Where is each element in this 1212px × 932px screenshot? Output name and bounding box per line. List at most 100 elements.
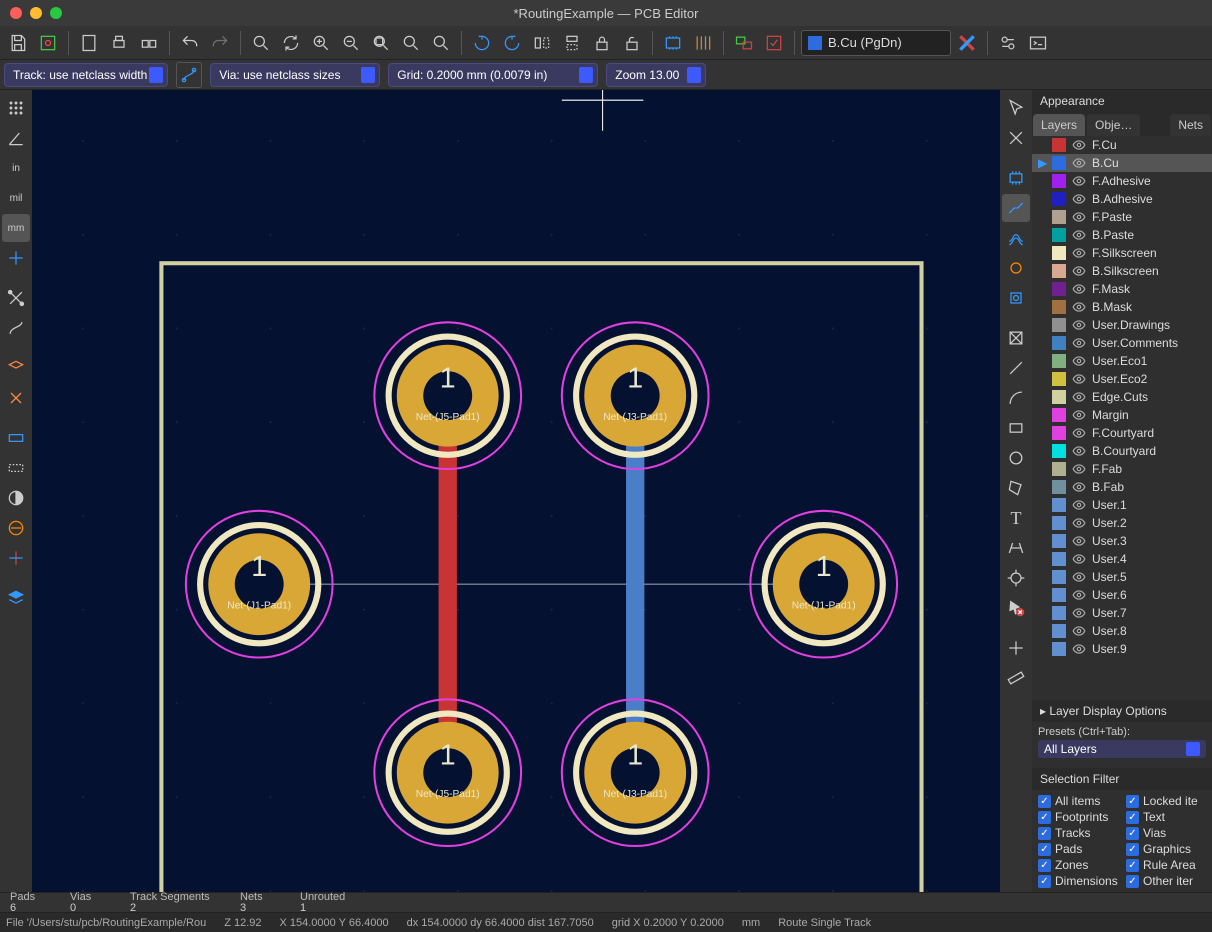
zoom-tool-button[interactable] [427, 29, 455, 57]
eye-icon[interactable] [1072, 138, 1086, 152]
units-in-button[interactable]: in [2, 154, 30, 182]
eye-icon[interactable] [1072, 606, 1086, 620]
track-width-auto-button[interactable] [176, 62, 202, 88]
zoom-combo[interactable]: Zoom 13.00 [606, 63, 706, 87]
eye-icon[interactable] [1072, 444, 1086, 458]
layer-row-user-3[interactable]: User.3 [1032, 532, 1212, 550]
grid-toggle-button[interactable] [2, 94, 30, 122]
cursor-shape-button[interactable] [2, 244, 30, 272]
footprint-library-button[interactable] [689, 29, 717, 57]
filter-rule-area[interactable]: ✓Rule Area [1126, 858, 1206, 872]
net-color-button[interactable] [2, 514, 30, 542]
eye-icon[interactable] [1072, 390, 1086, 404]
eye-icon[interactable] [1072, 642, 1086, 656]
layers-manager-button[interactable] [2, 584, 30, 612]
layer-row-f-courtyard[interactable]: F.Courtyard [1032, 424, 1212, 442]
eye-icon[interactable] [1072, 264, 1086, 278]
tune-length-button[interactable] [1002, 254, 1030, 282]
filter-zones[interactable]: ✓Zones [1038, 858, 1118, 872]
add-rect-button[interactable] [1002, 414, 1030, 442]
ratsnest-curved-button[interactable] [2, 314, 30, 342]
eye-icon[interactable] [1072, 192, 1086, 206]
eye-icon[interactable] [1072, 228, 1086, 242]
save-button[interactable] [4, 29, 32, 57]
eye-icon[interactable] [1072, 570, 1086, 584]
polar-coords-button[interactable] [2, 124, 30, 152]
track-display-button[interactable] [2, 454, 30, 482]
zoom-in-button[interactable] [307, 29, 335, 57]
filter-tracks[interactable]: ✓Tracks [1038, 826, 1118, 840]
find-button[interactable] [247, 29, 275, 57]
layer-row-user-eco2[interactable]: User.Eco2 [1032, 370, 1212, 388]
print-button[interactable] [105, 29, 133, 57]
mirror-v-button[interactable] [558, 29, 586, 57]
filter-locked-ite[interactable]: ✓Locked ite [1126, 794, 1206, 808]
eye-icon[interactable] [1072, 354, 1086, 368]
eye-icon[interactable] [1072, 210, 1086, 224]
rotate-ccw-button[interactable] [468, 29, 496, 57]
layer-row-f-paste[interactable]: F.Paste [1032, 208, 1212, 226]
refresh-button[interactable] [277, 29, 305, 57]
eye-icon[interactable] [1072, 156, 1086, 170]
layer-pair-button[interactable] [953, 29, 981, 57]
layer-row-f-adhesive[interactable]: F.Adhesive [1032, 172, 1212, 190]
update-from-schematic-button[interactable] [730, 29, 758, 57]
eye-icon[interactable] [1072, 336, 1086, 350]
layer-row-b-paste[interactable]: B.Paste [1032, 226, 1212, 244]
eye-icon[interactable] [1072, 462, 1086, 476]
highlight-net-button[interactable] [1002, 124, 1030, 152]
redo-button[interactable] [206, 29, 234, 57]
add-arc-button[interactable] [1002, 384, 1030, 412]
filter-dimensions[interactable]: ✓Dimensions [1038, 874, 1118, 888]
layer-row-f-cu[interactable]: F.Cu [1032, 136, 1212, 154]
filter-other-iter[interactable]: ✓Other iter [1126, 874, 1206, 888]
mirror-h-button[interactable] [528, 29, 556, 57]
filter-all-items[interactable]: ✓All items [1038, 794, 1118, 808]
lock-button[interactable] [588, 29, 616, 57]
layer-row-f-silkscreen[interactable]: F.Silkscreen [1032, 244, 1212, 262]
page-settings-button[interactable] [75, 29, 103, 57]
place-footprint-button[interactable] [1002, 164, 1030, 192]
tab-layers[interactable]: Layers [1033, 114, 1085, 136]
add-zone-button[interactable] [1002, 324, 1030, 352]
eye-icon[interactable] [1072, 318, 1086, 332]
filter-text[interactable]: ✓Text [1126, 810, 1206, 824]
layer-row-user-eco1[interactable]: User.Eco1 [1032, 352, 1212, 370]
filter-pads[interactable]: ✓Pads [1038, 842, 1118, 856]
measure-button[interactable] [1002, 664, 1030, 692]
eye-icon[interactable] [1072, 174, 1086, 188]
add-rule-area-button[interactable] [1002, 354, 1030, 382]
set-origin-button[interactable] [1002, 634, 1030, 662]
console-button[interactable] [1024, 29, 1052, 57]
layer-row-user-drawings[interactable]: User.Drawings [1032, 316, 1212, 334]
add-circle-button[interactable] [1002, 444, 1030, 472]
zoom-out-button[interactable] [337, 29, 365, 57]
layer-row-user-5[interactable]: User.5 [1032, 568, 1212, 586]
eye-icon[interactable] [1072, 282, 1086, 296]
layer-row-user-2[interactable]: User.2 [1032, 514, 1212, 532]
layer-row-b-courtyard[interactable]: B.Courtyard [1032, 442, 1212, 460]
scripting-button[interactable] [994, 29, 1022, 57]
layer-row-b-silkscreen[interactable]: B.Silkscreen [1032, 262, 1212, 280]
eye-icon[interactable] [1072, 498, 1086, 512]
layer-row-user-8[interactable]: User.8 [1032, 622, 1212, 640]
layer-list[interactable]: F.Cu▶ B.Cu F.Adhesive B.Adhesive F.Paste… [1032, 136, 1212, 700]
route-track-button[interactable] [1002, 194, 1030, 222]
layer-row-user-9[interactable]: User.9 [1032, 640, 1212, 658]
eye-icon[interactable] [1072, 534, 1086, 548]
add-target-button[interactable] [1002, 564, 1030, 592]
presets-combo[interactable]: All Layers [1038, 740, 1206, 758]
footprint-editor-button[interactable] [659, 29, 687, 57]
via-display-button[interactable] [2, 424, 30, 452]
tab-nets[interactable]: Nets [1170, 114, 1211, 136]
pcb-canvas[interactable]: 1Net-(J5-Pad1)1Net-(J3-Pad1)1Net-(J1-Pad… [32, 90, 1000, 892]
units-mil-button[interactable]: mil [2, 184, 30, 212]
delete-button[interactable] [1002, 594, 1030, 622]
layer-row-user-4[interactable]: User.4 [1032, 550, 1212, 568]
eye-icon[interactable] [1072, 426, 1086, 440]
layer-row-user-6[interactable]: User.6 [1032, 586, 1212, 604]
add-text-button[interactable]: T [1002, 504, 1030, 532]
layer-row-f-fab[interactable]: F.Fab [1032, 460, 1212, 478]
eye-icon[interactable] [1072, 552, 1086, 566]
via-size-combo[interactable]: Via: use netclass sizes [210, 63, 380, 87]
